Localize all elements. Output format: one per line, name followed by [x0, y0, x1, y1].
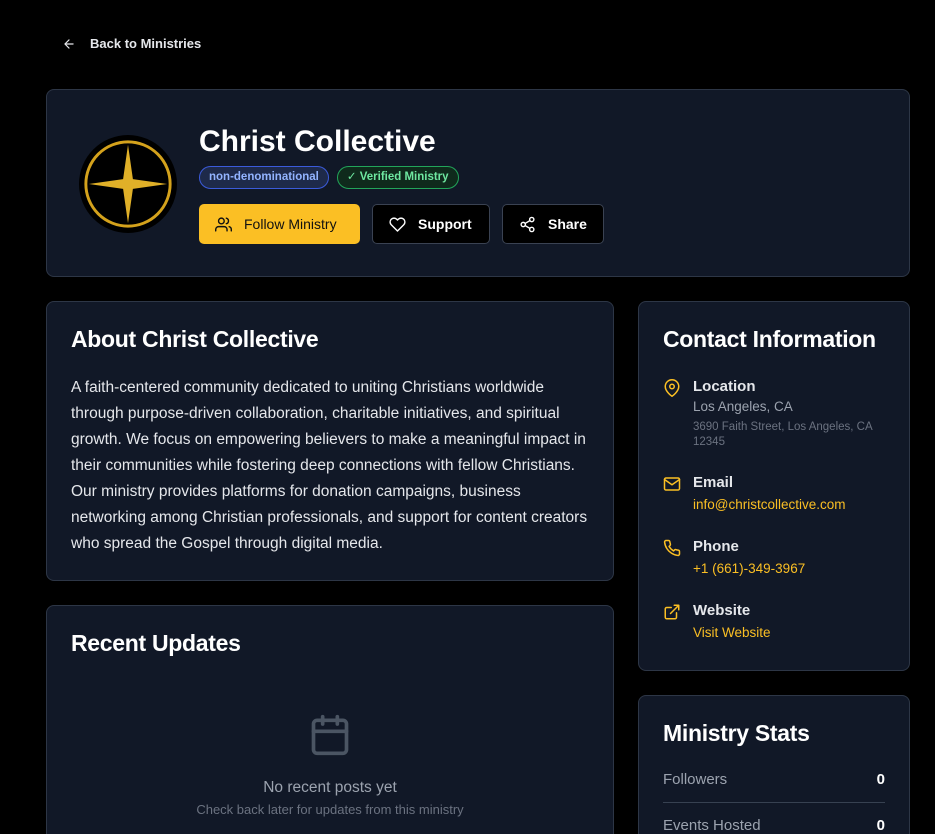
contact-website: Website Visit Website	[663, 602, 771, 640]
stat-label: Followers	[663, 771, 728, 788]
empty-state-subtitle: Check back later for updates from this m…	[196, 802, 464, 817]
location-label: Location	[693, 378, 756, 395]
stat-value: 0	[876, 817, 885, 834]
about-section: About Christ Collective A faith-centered…	[46, 301, 614, 581]
star-logo-icon	[80, 136, 176, 232]
about-description: A faith-centered community dedicated to …	[71, 379, 588, 552]
empty-state: No recent posts yet Check back later for…	[47, 712, 613, 817]
stat-value: 0	[876, 771, 885, 788]
heart-icon	[389, 216, 406, 232]
contact-phone: Phone +1 (661)-349-3967	[663, 538, 805, 576]
external-link-icon	[664, 604, 680, 620]
phone-link[interactable]: +1 (661)-349-3967	[693, 561, 805, 576]
location-address: 3690 Faith Street, Los Angeles, CA 12345	[693, 421, 873, 448]
ministry-stats-section: Ministry Stats Followers 0 Events Hosted…	[638, 695, 910, 834]
arrow-left-icon	[64, 38, 74, 49]
calendar-icon	[311, 714, 349, 756]
recent-updates-section: Recent Updates No recent posts yet Check…	[46, 605, 614, 834]
share-button[interactable]: Share	[502, 204, 604, 244]
ministry-name: Christ Collective	[199, 125, 436, 158]
email-label: Email	[693, 474, 734, 491]
stat-row-followers: Followers 0	[663, 757, 885, 803]
location-city: Los Angeles, CA	[693, 399, 793, 414]
recent-updates-title: Recent Updates	[71, 630, 241, 656]
verified-badge: ✓ Verified Ministry	[336, 166, 459, 189]
share-icon	[520, 216, 535, 232]
back-link[interactable]: Back to Ministries	[62, 36, 201, 51]
ministry-header: Christ Collective non-denominational ✓ V…	[46, 89, 910, 277]
badge-group: non-denominational ✓ Verified Ministry	[199, 166, 459, 189]
stat-label: Events Hosted	[663, 817, 761, 834]
follow-button[interactable]: Follow Ministry	[199, 204, 360, 244]
empty-state-title: No recent posts yet	[263, 779, 397, 796]
action-buttons: Follow Ministry Support Share	[199, 204, 604, 244]
support-button-label: Support	[418, 216, 472, 232]
phone-icon	[663, 539, 681, 557]
website-label: Website	[693, 602, 751, 619]
back-link-label: Back to Ministries	[90, 36, 202, 51]
contact-section: Contact Information Location Los Angeles…	[638, 301, 910, 671]
users-icon	[215, 216, 232, 232]
phone-label: Phone	[693, 538, 739, 555]
map-pin-icon	[664, 379, 680, 397]
share-button-label: Share	[548, 216, 587, 232]
follow-button-label: Follow Ministry	[244, 216, 337, 232]
contact-title: Contact Information	[663, 326, 876, 352]
website-link[interactable]: Visit Website	[693, 625, 771, 640]
stats-title: Ministry Stats	[663, 720, 810, 746]
stat-row-events: Events Hosted 0	[663, 803, 885, 834]
mail-icon	[663, 477, 681, 491]
contact-email: Email info@christcollective.com	[663, 474, 846, 512]
ministry-logo	[79, 135, 177, 233]
stats-list: Followers 0 Events Hosted 0	[663, 757, 885, 834]
support-button[interactable]: Support	[372, 204, 490, 244]
denomination-badge: non-denominational	[199, 166, 329, 189]
about-title: About Christ Collective	[71, 326, 319, 352]
email-link[interactable]: info@christcollective.com	[693, 497, 846, 512]
contact-location: Location Los Angeles, CA 3690 Faith Stre…	[663, 378, 883, 450]
